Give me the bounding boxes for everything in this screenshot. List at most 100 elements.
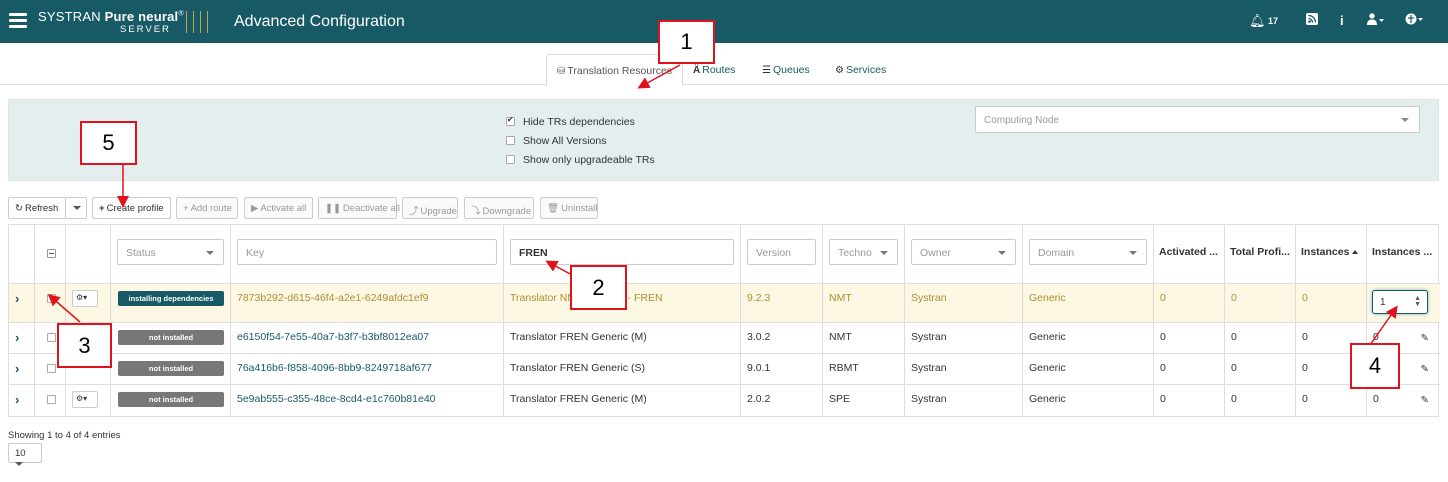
expand-row-icon[interactable]: › xyxy=(15,330,19,345)
hide-deps-option[interactable]: Hide TRs dependencies xyxy=(506,115,635,128)
owner-filter-select[interactable]: Owner xyxy=(911,239,1016,265)
row-actions-button[interactable]: ⚙▾ xyxy=(72,290,98,307)
hide-deps-label: Hide TRs dependencies xyxy=(523,116,635,128)
annotation-4: 4 xyxy=(1350,343,1400,389)
header-key-cell: Key xyxy=(231,225,504,283)
header-owner-cell: Owner xyxy=(905,225,1023,283)
annotation-5: 5 xyxy=(80,121,137,165)
notification-count: 17 xyxy=(1268,16,1279,26)
show-all-versions-label: Show All Versions xyxy=(523,135,607,147)
show-all-versions-option[interactable]: Show All Versions xyxy=(506,135,606,147)
header-domain-cell: Domain xyxy=(1023,225,1154,283)
techno-filter-label: Techno xyxy=(838,247,872,259)
trash-icon: 🗑︎ xyxy=(547,203,560,214)
info-icon[interactable]: i xyxy=(1340,13,1344,28)
key-filter-placeholder: Key xyxy=(246,247,265,259)
version-value: 3.0.2 xyxy=(747,331,771,343)
expand-row-icon[interactable]: › xyxy=(15,392,19,407)
menu-icon[interactable] xyxy=(9,13,27,29)
expand-row-icon[interactable]: › xyxy=(15,291,19,306)
chevron-down-icon xyxy=(1401,118,1409,122)
tab-queues[interactable]: ☰ Queues xyxy=(752,54,820,85)
version-filter-input[interactable]: Version xyxy=(747,239,816,265)
create-profile-button[interactable]: + Create profile xyxy=(92,197,171,219)
show-upgradeable-checkbox[interactable] xyxy=(506,155,515,164)
resource-key-link[interactable]: 5e9ab555-c355-48ce-8cd4-e1c760b81e40 xyxy=(237,393,436,405)
show-upgradeable-label: Show only upgradeable TRs xyxy=(523,154,655,166)
deactivate-all-label: Deactivate all xyxy=(342,203,400,214)
stepper-arrows-icon[interactable]: ▲ ▼ xyxy=(1414,295,1421,308)
language-menu-icon[interactable] xyxy=(1405,13,1423,28)
table-row[interactable]: › ⚙▾ not installed 5e9ab555-c355-48ce-8c… xyxy=(9,385,1440,416)
header-activated-cell[interactable]: Activated ... xyxy=(1154,225,1225,283)
resource-key-link[interactable]: e6150f54-7e55-40a7-b3f7-b3bf8012ea07 xyxy=(237,331,429,343)
techno-filter-select[interactable]: Techno xyxy=(829,239,898,265)
pencil-icon[interactable]: ✎ xyxy=(1421,364,1429,375)
instances-value: 0 xyxy=(1302,331,1308,343)
header-total-profiles-cell[interactable]: Total Profi... xyxy=(1225,225,1296,283)
add-route-button[interactable]: + Add route xyxy=(176,197,238,219)
table-row[interactable]: › ⚙▾ installing dependencies 7873b292-d6… xyxy=(9,284,1440,323)
instances-target-value: 0 xyxy=(1373,393,1379,405)
row-checkbox[interactable] xyxy=(47,294,56,303)
downgrade-icon: ⤵ xyxy=(471,206,481,217)
chevron-down-icon xyxy=(1129,251,1137,255)
tab-label: Services xyxy=(845,64,887,76)
owner-value: Systran xyxy=(911,362,947,374)
row-actions-button[interactable]: ⚙▾ xyxy=(72,391,98,408)
brand-reg: ® xyxy=(178,10,184,18)
page-title: Advanced Configuration xyxy=(234,13,405,30)
pencil-icon[interactable]: ✎ xyxy=(1421,395,1429,406)
key-filter-input[interactable]: Key xyxy=(237,239,497,265)
pencil-icon[interactable]: ✎ xyxy=(1421,333,1429,344)
instances-value: 0 xyxy=(1302,362,1308,374)
version-value: 9.2.3 xyxy=(747,292,771,304)
resource-key-link[interactable]: 7873b292-d615-46f4-a2e1-6249afdc1ef9 xyxy=(237,292,429,304)
instances-target-header: Instances ... xyxy=(1372,246,1433,258)
header-instances-cell[interactable]: Instances xyxy=(1296,225,1367,283)
hide-deps-checkbox[interactable] xyxy=(506,115,515,126)
activated-value: 0 xyxy=(1160,362,1166,374)
uninstall-button[interactable]: 🗑︎ Uninstall xyxy=(540,197,598,219)
show-upgradeable-option[interactable]: Show only upgradeable TRs xyxy=(506,154,655,166)
row-checkbox[interactable] xyxy=(47,364,56,373)
cogs-icon: ⚙ xyxy=(835,65,844,76)
rss-icon[interactable] xyxy=(1306,13,1318,28)
tasks-icon: ☰ xyxy=(762,65,771,76)
refresh-dropdown-button[interactable] xyxy=(65,197,87,219)
show-all-versions-checkbox[interactable] xyxy=(506,136,515,145)
status-badge: installing dependencies xyxy=(118,291,224,306)
refresh-button[interactable]: ↻ Refresh xyxy=(8,197,66,219)
table-row[interactable]: › not installed e6150f54-7e55-40a7-b3f7-… xyxy=(9,323,1440,354)
upgrade-button[interactable]: ⤴ Upgrade xyxy=(402,197,458,219)
row-checkbox[interactable] xyxy=(47,333,56,342)
status-filter-select[interactable]: Status xyxy=(117,239,224,265)
annotation-1: 1 xyxy=(658,20,715,64)
activate-all-button[interactable]: ▶ Activate all xyxy=(244,197,313,219)
table-row[interactable]: › not installed 76a416b6-f858-4096-8bb9-… xyxy=(9,354,1440,385)
activated-value: 0 xyxy=(1160,292,1166,304)
name-filter-input[interactable]: FREN xyxy=(510,239,734,265)
hdd-icon: ⛁ xyxy=(557,66,566,77)
header-instances-target-cell[interactable]: Instances ... xyxy=(1367,225,1440,283)
instances-target-stepper[interactable]: 1 ▲ ▼ xyxy=(1372,290,1428,314)
techno-value: RBMT xyxy=(829,362,859,374)
tab-label: Queues xyxy=(772,64,810,76)
version-filter-placeholder: Version xyxy=(756,247,792,259)
computing-node-placeholder: Computing Node xyxy=(984,115,1060,126)
resource-key-link[interactable]: 76a416b6-f858-4096-8bb9-8249718af677 xyxy=(237,362,432,374)
downgrade-button[interactable]: ⤵ Downgrade xyxy=(464,197,534,219)
tab-services[interactable]: ⚙ Services xyxy=(825,54,896,85)
user-menu-icon[interactable] xyxy=(1367,13,1385,28)
annotation-3: 3 xyxy=(57,323,112,368)
deactivate-all-button[interactable]: ❚❚ Deactivate all xyxy=(318,197,400,219)
page-size-select[interactable]: 10 xyxy=(8,443,42,467)
activate-all-label: Activate all xyxy=(260,203,307,214)
computing-node-select[interactable]: Computing Node xyxy=(975,106,1420,133)
upgrade-label: Upgrade xyxy=(420,206,457,217)
expand-row-icon[interactable]: › xyxy=(15,361,19,376)
row-checkbox[interactable] xyxy=(47,395,56,404)
domain-filter-select[interactable]: Domain xyxy=(1029,239,1147,265)
bell-icon[interactable]: 🔔︎ xyxy=(1249,13,1266,29)
select-all-checkbox[interactable] xyxy=(47,249,56,258)
